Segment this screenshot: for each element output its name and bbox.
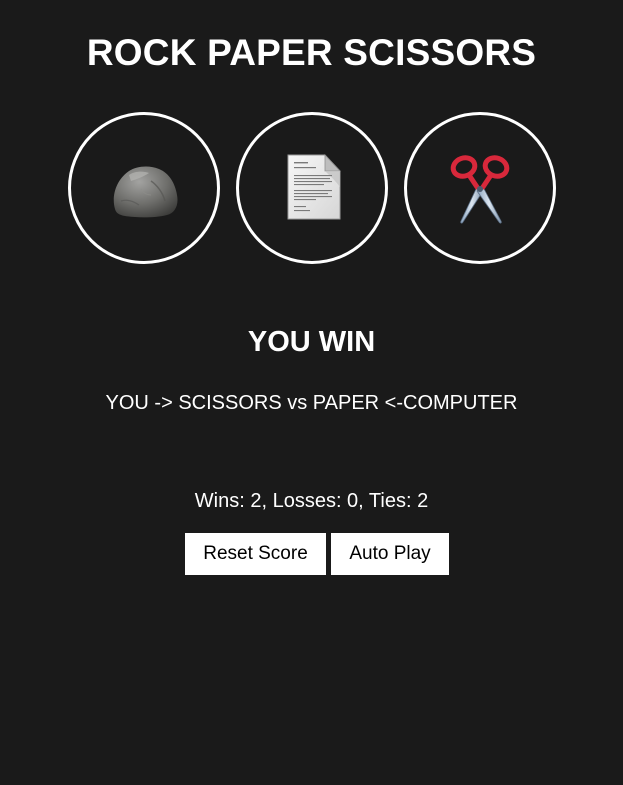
result-text: YOU WIN (247, 326, 376, 358)
moves-text: YOU -> SCISSORS vs PAPER <-COMPUTER (105, 392, 518, 414)
reset-score-button[interactable]: Reset Score (185, 533, 326, 575)
paper-document-icon (287, 153, 341, 220)
page-title: ROCK PAPER SCISSORS (86, 32, 537, 73)
rock-button[interactable] (68, 112, 220, 264)
rock-icon (113, 166, 178, 218)
scissors-icon (450, 155, 510, 224)
paper-button[interactable] (236, 112, 388, 264)
auto-play-button[interactable]: Auto Play (331, 533, 449, 575)
scissors-button[interactable] (404, 112, 556, 264)
score-text: Wins: 2, Losses: 0, Ties: 2 (194, 490, 429, 512)
